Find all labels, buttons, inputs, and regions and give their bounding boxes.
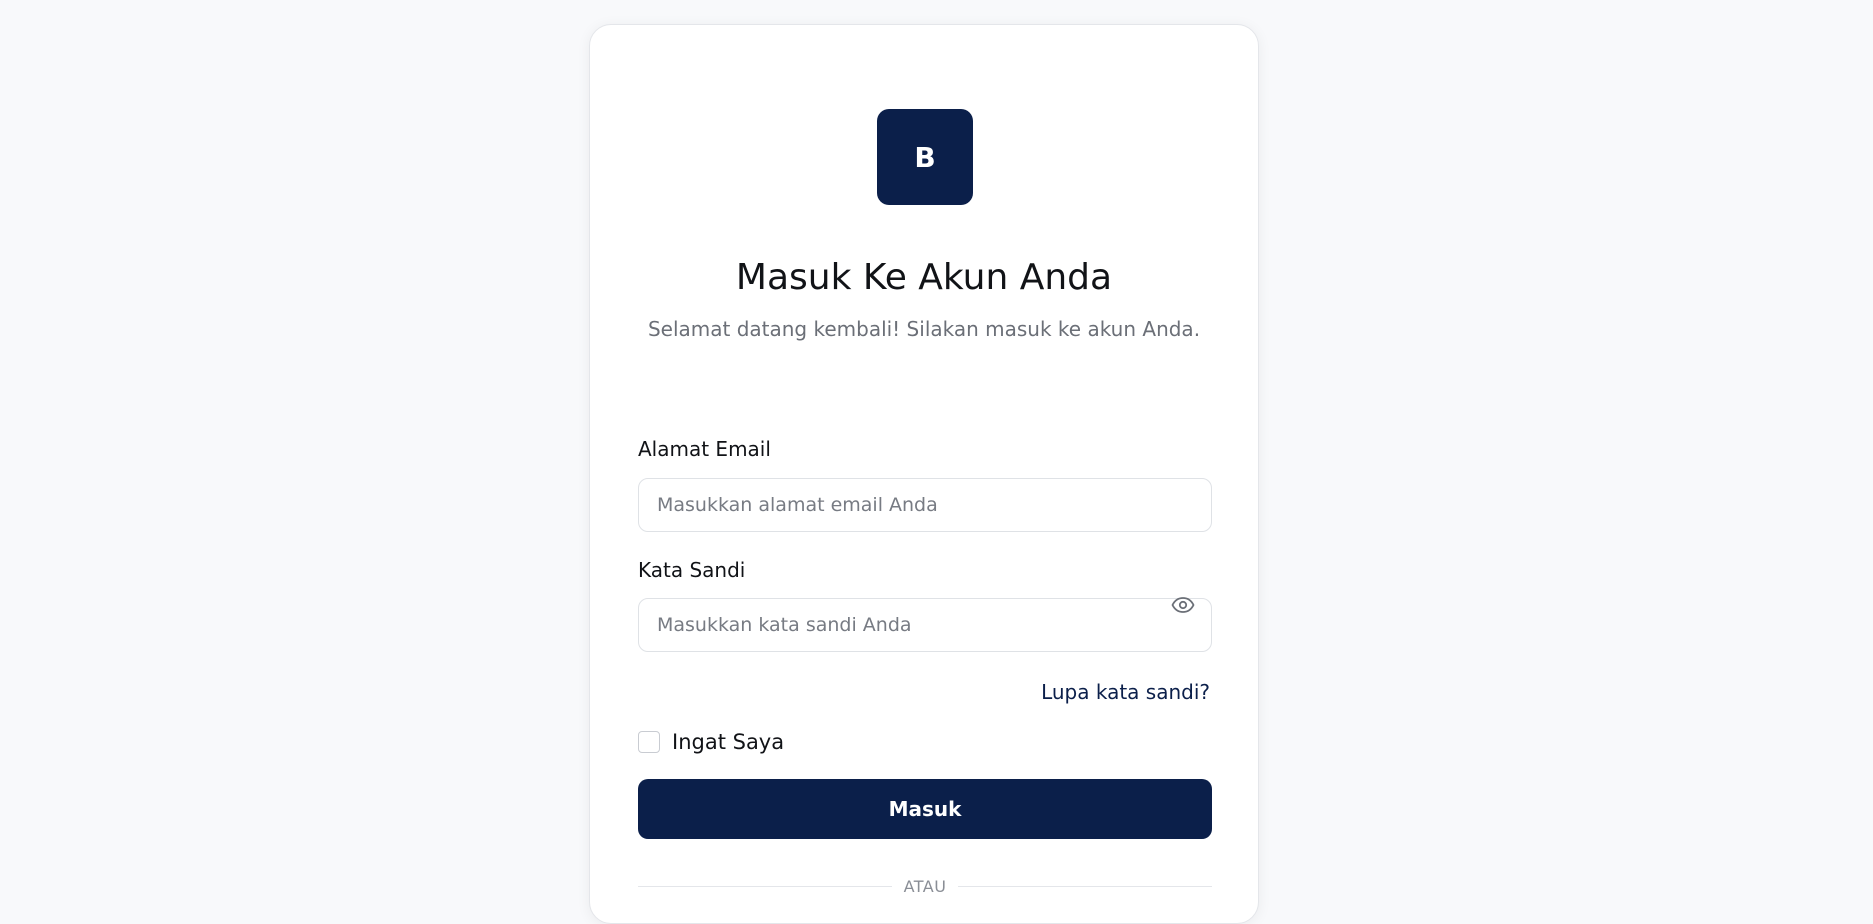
login-button[interactable]: Masuk [638, 779, 1212, 839]
remember-me-label: Ingat Saya [672, 730, 785, 754]
divider-line-left [638, 886, 892, 887]
eye-icon[interactable] [1170, 592, 1196, 618]
brand-logo-letter: B [914, 140, 936, 174]
divider-text: ATAU [903, 877, 947, 896]
password-field[interactable] [638, 598, 1212, 652]
login-card: B Masuk Ke Akun Anda Selamat datang kemb… [589, 24, 1259, 924]
remember-me[interactable]: Ingat Saya [638, 730, 784, 754]
page-subtitle: Selamat datang kembali! Silakan masuk ke… [647, 317, 1201, 341]
forgot-password-link[interactable]: Lupa kata sandi? [1041, 680, 1210, 704]
or-divider: ATAU [638, 877, 1213, 896]
password-label: Kata Sandi [638, 558, 746, 582]
email-label: Alamat Email [638, 437, 771, 461]
remember-me-checkbox[interactable] [638, 731, 660, 753]
brand-logo: B [877, 109, 973, 205]
page-title: Masuk Ke Akun Anda [735, 257, 1113, 298]
email-field[interactable] [638, 478, 1212, 532]
divider-line-right [958, 886, 1213, 887]
